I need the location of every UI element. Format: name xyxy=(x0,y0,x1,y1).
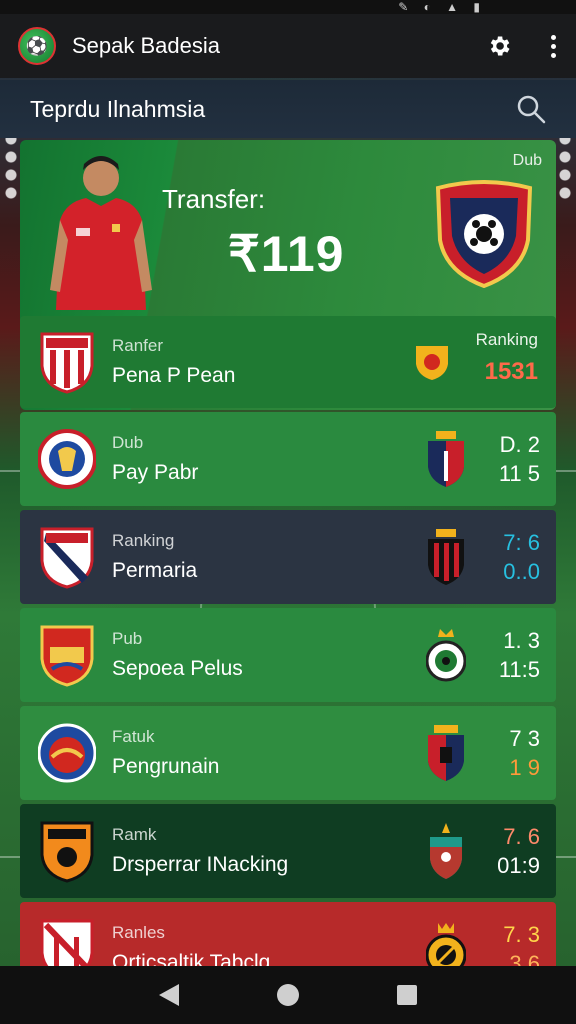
hero-corner-label: Dub xyxy=(512,152,542,169)
stat-line: 11:5 xyxy=(498,657,540,682)
club-row[interactable]: Fatuk Pengrunain 7 3 1 9 xyxy=(20,706,556,800)
club-stats: 1. 3 11:5 xyxy=(480,626,540,684)
club-stats: 7. 6 01:9 xyxy=(480,822,540,880)
club-name: Permaria xyxy=(112,559,198,582)
status-icons: ✎ ◐ ▲ ▮ xyxy=(398,0,486,14)
more-options-icon[interactable] xyxy=(548,34,558,58)
club-list: Ranfer Pena P Pean Ranking 1531 Dub Pay … xyxy=(20,316,556,1000)
stat-line: 7 3 xyxy=(509,726,540,751)
club-crest-icon xyxy=(37,427,97,491)
club-texts: Dub Pay Pabr xyxy=(112,433,198,485)
club-crest-icon xyxy=(38,525,96,589)
stat-line: 1. 3 xyxy=(503,628,540,653)
club-row[interactable]: Ranfer Pena P Pean Ranking 1531 xyxy=(20,316,556,408)
club-sub-label: Ramk xyxy=(112,825,157,844)
club-row[interactable]: Ramk Drsperrar INacking 7. 6 01:9 xyxy=(20,804,556,898)
club-name: Pay Pabr xyxy=(112,461,199,484)
stadium-lights xyxy=(0,130,22,200)
club-stats: 7 3 1 9 xyxy=(480,724,540,782)
club-texts: Ramk Drsperrar INacking xyxy=(112,825,288,877)
club-stats: 7: 6 0..0 xyxy=(480,528,540,586)
club-row[interactable]: Dub Pay Pabr D. 2 11 5 xyxy=(20,412,556,506)
club-row[interactable]: Pub Sepoea Pelus 1. 3 11:5 xyxy=(20,608,556,702)
stat-line: 7. 3 xyxy=(503,922,540,947)
gear-icon[interactable] xyxy=(486,33,512,59)
club-sub-label: Fatuk xyxy=(112,727,155,746)
ranking-badge-icon xyxy=(414,342,450,382)
app-title: Sepak Badesia xyxy=(72,33,220,58)
club-badge-icon xyxy=(426,823,466,879)
stat-line: 1 9 xyxy=(509,755,540,780)
home-icon[interactable] xyxy=(277,984,299,1006)
section-title: Teprdu Ilnahmsia xyxy=(30,95,206,122)
recents-icon[interactable] xyxy=(397,985,417,1005)
club-name: Pena P Pean xyxy=(112,364,236,387)
club-badge-icon xyxy=(426,431,466,487)
club-name: Sepoea Pelus xyxy=(112,657,243,680)
search-bar: Teprdu Ilnahmsia xyxy=(0,80,576,138)
club-crest-icon xyxy=(37,721,97,785)
club-crest-icon xyxy=(38,623,96,687)
hero-label: Transfer: xyxy=(162,184,266,214)
club-badge-icon xyxy=(426,529,466,585)
club-name: Drsperrar INacking xyxy=(112,853,289,876)
stat-line: 7: 6 xyxy=(503,530,540,555)
stat-line: 01:9 xyxy=(497,853,540,878)
app-actions xyxy=(486,33,558,59)
club-name: Pengrunain xyxy=(112,755,220,778)
club-sub-label: Ranking xyxy=(112,531,175,550)
club-stats: D. 2 11 5 xyxy=(480,430,540,488)
club-badge-icon xyxy=(426,725,466,781)
club-texts: Fatuk Pengrunain xyxy=(112,727,219,779)
screen: ✎ ◐ ▲ ▮ ⚽ Sepak Badesia Teprdu Ilnahmsia xyxy=(0,0,576,1024)
stadium-lights xyxy=(554,130,576,200)
club-sub-label: Dub xyxy=(112,433,144,452)
app-bar: ⚽ Sepak Badesia xyxy=(0,14,576,78)
club-crest-icon xyxy=(432,180,536,289)
stat-line: 0..0 xyxy=(503,559,540,584)
stat-line: 11 5 xyxy=(498,461,540,486)
club-texts: Ranfer Pena P Pean xyxy=(112,336,235,388)
stat-line: 7. 6 xyxy=(503,824,540,849)
club-sub-label: Pub xyxy=(112,629,143,648)
club-crest-icon xyxy=(38,819,96,883)
system-nav-bar xyxy=(0,966,576,1024)
player-photo xyxy=(46,150,156,310)
club-badge-icon xyxy=(425,627,467,683)
stat-line: D. 2 xyxy=(499,432,540,457)
club-sub-label: Ranles xyxy=(112,923,165,942)
ranking-value: 1531 xyxy=(484,358,538,385)
ranking-header: Ranking xyxy=(475,330,538,349)
club-row[interactable]: Ranking Permaria 7: 6 0..0 xyxy=(20,510,556,604)
app-logo-icon: ⚽ xyxy=(18,27,56,65)
search-icon[interactable] xyxy=(516,94,546,124)
club-texts: Ranking Permaria xyxy=(112,531,197,583)
back-icon[interactable] xyxy=(159,984,179,1006)
club-crest-icon xyxy=(38,330,96,394)
hero-value: ₹119 xyxy=(228,226,345,282)
club-sub-label: Ranfer xyxy=(112,336,164,355)
club-texts: Pub Sepoea Pelus xyxy=(112,629,243,681)
status-bar: ✎ ◐ ▲ ▮ xyxy=(0,0,576,14)
